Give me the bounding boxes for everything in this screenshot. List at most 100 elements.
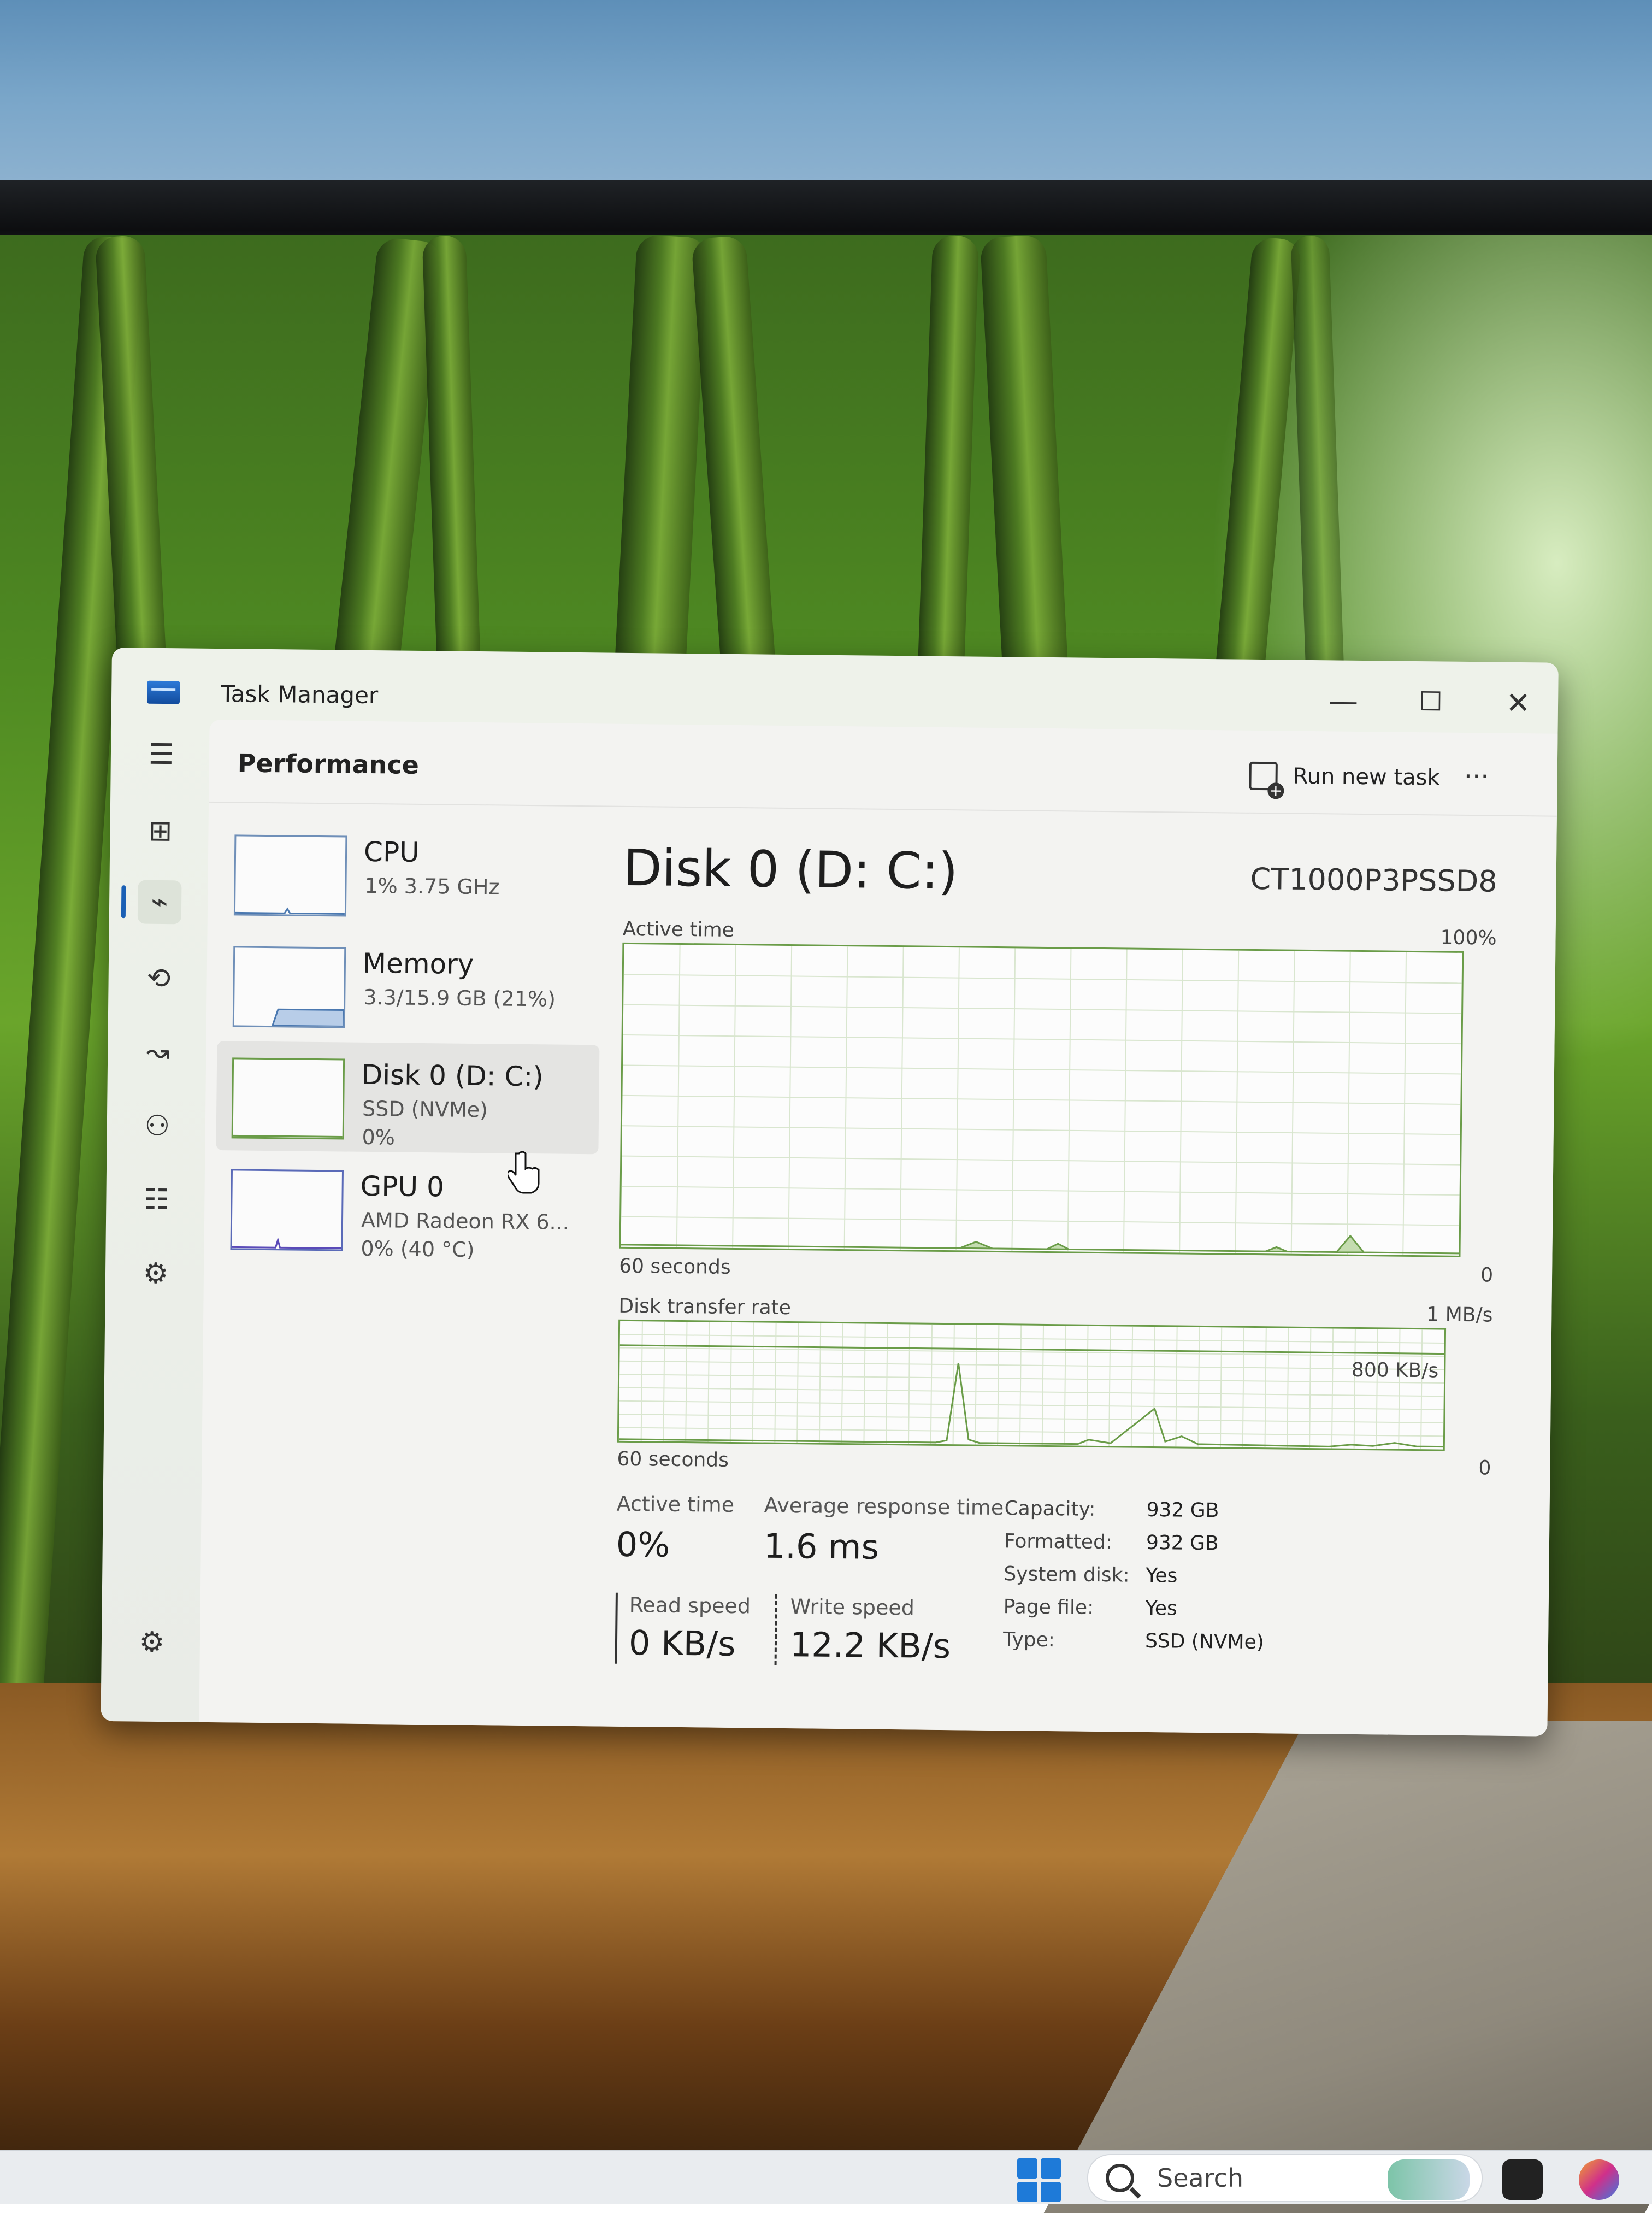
grid-line (707, 1322, 710, 1442)
grid-line (663, 1321, 665, 1441)
details-icon[interactable]: ☷ (134, 1178, 179, 1222)
grid-line (1086, 1326, 1089, 1446)
grid-line (818, 1323, 822, 1443)
grid-line (1041, 1325, 1044, 1445)
grid-line (1376, 1329, 1378, 1449)
grid-line (930, 1324, 933, 1444)
hamburger-menu-icon[interactable]: ☰ (139, 733, 184, 777)
active-time-span: 60 seconds (618, 1255, 731, 1279)
grid-line (1398, 1329, 1401, 1449)
read-speed-marker (615, 1592, 618, 1664)
grid-line (1264, 1328, 1267, 1448)
copilot-icon[interactable] (1579, 2159, 1619, 2200)
page-title: Performance (237, 748, 420, 780)
write-speed-marker (774, 1594, 777, 1665)
grid-line (1287, 1328, 1289, 1448)
grid-line (952, 1325, 955, 1445)
navigation-rail: ☰ ⊞ ⌁ ⟲ ↝ ⚇ ☷ ⚙ ⚙ (101, 724, 209, 1722)
read-speed-value: 0 KB/s (628, 1623, 736, 1664)
resource-list: CPU 1% 3.75 GHz Memory 3.3/15.9 GB (21%)… (215, 818, 602, 1268)
wall-background (0, 0, 1652, 180)
grid-line (623, 974, 1462, 984)
grid-line (841, 1323, 843, 1444)
start-button[interactable] (1017, 2158, 1061, 2202)
grid-line (1175, 1327, 1178, 1447)
run-task-icon (1249, 761, 1278, 791)
memory-thumbnail-graph (232, 946, 346, 1028)
active-time-min: 0 (1480, 1264, 1494, 1287)
grid-line (752, 1322, 754, 1443)
active-time-value: 0% (616, 1524, 670, 1565)
app-history-icon[interactable]: ⟲ (137, 957, 181, 1001)
resource-detail: SSD (NVMe) 0% (362, 1096, 488, 1150)
resource-name: Memory (362, 947, 474, 980)
active-nav-indicator (121, 885, 126, 919)
performance-icon[interactable]: ⌁ (137, 880, 182, 925)
grid-line (1309, 1328, 1312, 1449)
maximize-button[interactable]: ☐ (1398, 680, 1464, 724)
grid-line (619, 1414, 1444, 1423)
more-options-button[interactable]: ··· (1449, 755, 1504, 799)
transfer-rate-min: 0 (1478, 1457, 1491, 1480)
grid-line (1130, 1326, 1134, 1446)
grid-line (622, 1125, 1460, 1135)
active-time-graph-label: Active time (622, 917, 734, 941)
run-new-task-label: Run new task (1293, 763, 1440, 791)
grid-line (1331, 1328, 1334, 1449)
grid-line (619, 1427, 1444, 1437)
grid-line (622, 1155, 1460, 1166)
write-speed-value: 12.2 KB/s (789, 1625, 951, 1667)
resource-item-disk[interactable]: Disk 0 (D: C:) SSD (NVMe) 0% (216, 1041, 600, 1155)
grid-line (1420, 1329, 1423, 1450)
gpu-thumbnail-graph (230, 1169, 344, 1251)
grid-line (1019, 1325, 1022, 1445)
grid-line (685, 1322, 688, 1442)
grid-line (796, 1323, 799, 1443)
grid-line (975, 1325, 977, 1445)
transfer-rate-span: 60 seconds (617, 1447, 729, 1472)
services-icon[interactable]: ⚙ (134, 1251, 178, 1296)
write-speed-label: Write speed (790, 1594, 915, 1620)
close-button[interactable]: ✕ (1485, 680, 1551, 725)
avg-response-value: 1.6 ms (763, 1526, 880, 1567)
resource-name: GPU 0 (360, 1170, 445, 1203)
minimize-button[interactable]: — (1311, 679, 1377, 723)
grid-line (640, 1321, 643, 1441)
transfer-rate-graph-label: Disk transfer rate (618, 1294, 792, 1320)
task-manager-logo-icon (146, 680, 180, 704)
grid-line (997, 1325, 1000, 1445)
task-manager-window: Task Manager — ☐ ✕ ☰ ⊞ ⌁ ⟲ ↝ ⚇ ☷ ⚙ ⚙ Per… (101, 648, 1559, 1737)
grid-line (623, 1034, 1461, 1045)
disk-detail: Disk 0 (D: C:) CT1000P3PSSD8 Active time… (615, 806, 1531, 1717)
detail-title: Disk 0 (D: C:) (623, 838, 959, 901)
resource-name: Disk 0 (D: C:) (361, 1058, 544, 1093)
users-icon[interactable]: ⚇ (135, 1104, 179, 1148)
resource-detail: 1% 3.75 GHz (364, 873, 500, 899)
active-time-graph (619, 942, 1464, 1257)
processes-icon[interactable]: ⊞ (138, 809, 182, 854)
grid-line (774, 1322, 777, 1443)
grid-line (1242, 1327, 1245, 1447)
grid-line (620, 1334, 1444, 1344)
resource-item-memory[interactable]: Memory 3.3/15.9 GB (21%) (217, 929, 601, 1043)
grid-line (621, 1216, 1460, 1226)
resource-item-cpu[interactable]: CPU 1% 3.75 GHz (219, 818, 602, 931)
search-icon (1106, 2164, 1134, 2192)
widget-icon[interactable] (1388, 2159, 1470, 2200)
task-view-icon[interactable] (1502, 2159, 1543, 2200)
grid-line (621, 1186, 1460, 1196)
grid-line (1197, 1327, 1200, 1447)
hand-cursor-icon (508, 1151, 540, 1194)
panel-header: Performance Run new task ··· (209, 719, 1558, 817)
grid-line (886, 1323, 888, 1444)
grid-line (729, 1322, 733, 1442)
resource-detail: 3.3/15.9 GB (21%) (363, 985, 556, 1011)
settings-icon[interactable]: ⚙ (130, 1620, 174, 1664)
grid-line (908, 1324, 911, 1444)
grid-line (1108, 1326, 1111, 1446)
disk-model: CT1000P3PSSD8 (1250, 861, 1497, 899)
startup-apps-icon[interactable]: ↝ (136, 1031, 180, 1075)
run-new-task-button[interactable]: Run new task (1241, 757, 1448, 797)
read-speed-label: Read speed (629, 1593, 751, 1618)
transfer-rate-graph-max: 1 MB/s (1426, 1303, 1493, 1327)
